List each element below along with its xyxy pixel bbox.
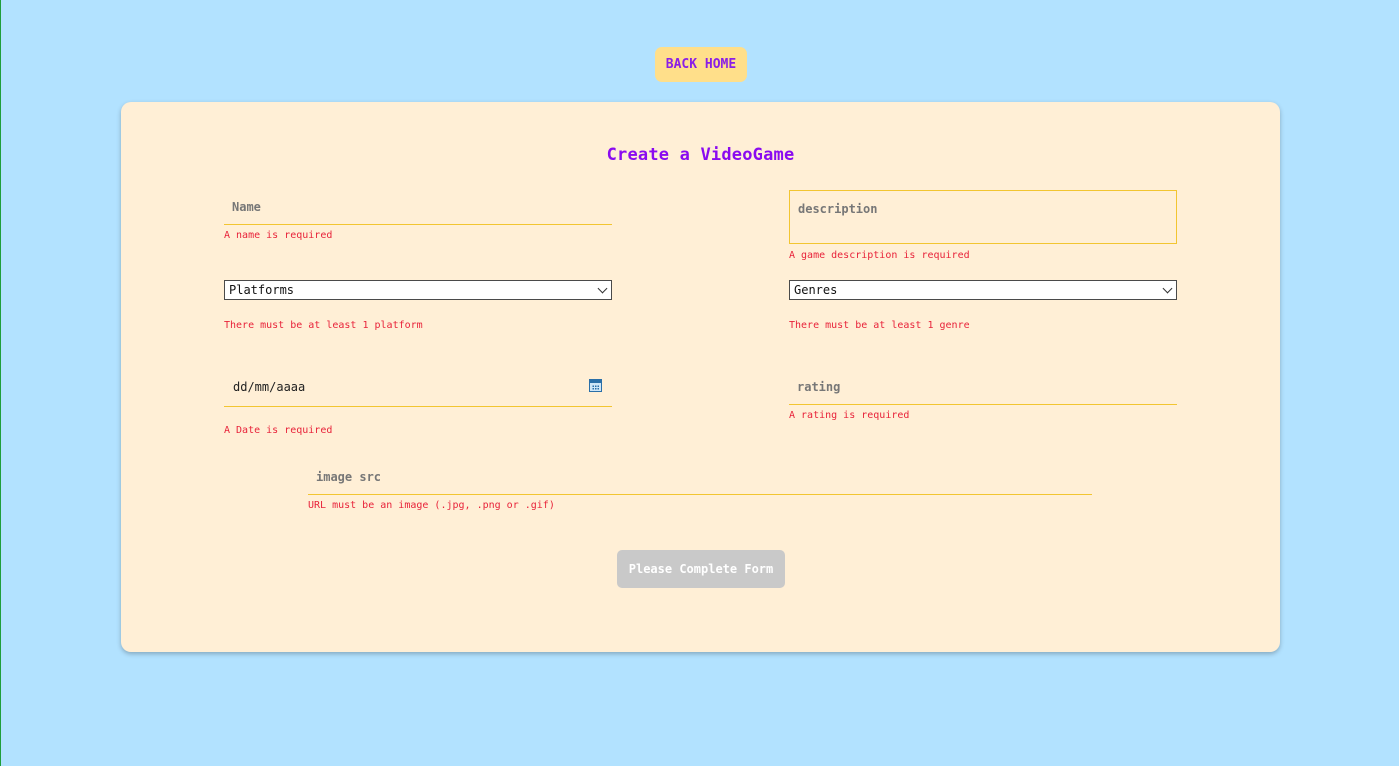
image-src-placeholder: image src — [316, 470, 382, 484]
description-error: A game description is required — [789, 250, 970, 261]
date-error: A Date is required — [224, 425, 333, 436]
rating-placeholder: rating — [797, 380, 841, 394]
page-edge — [0, 0, 1, 766]
platforms-error: There must be at least 1 platform — [224, 320, 423, 331]
description-placeholder: description — [798, 202, 878, 216]
rating-error: A rating is required — [789, 410, 910, 421]
genres-select[interactable]: Genres — [789, 280, 1177, 300]
image-src-error: URL must be an image (.jpg, .png or .gif… — [308, 500, 555, 511]
release-date-input[interactable]: dd/mm/aaaa — [224, 373, 612, 407]
rating-input[interactable]: rating — [789, 372, 1177, 405]
create-game-form: Create a VideoGame Name A name is requir… — [121, 102, 1280, 652]
date-placeholder: dd/mm/aaaa — [233, 380, 306, 394]
name-input[interactable]: Name — [224, 190, 612, 225]
description-textarea[interactable]: description — [789, 190, 1177, 244]
genres-error: There must be at least 1 genre — [789, 320, 970, 331]
genres-selected: Genres — [794, 283, 838, 297]
calendar-icon[interactable] — [589, 379, 602, 392]
submit-button[interactable]: Please Complete Form — [617, 550, 785, 588]
chevron-down-icon — [597, 283, 608, 294]
image-src-input[interactable]: image src — [308, 462, 1092, 495]
name-error: A name is required — [224, 230, 333, 241]
form-title: Create a VideoGame — [606, 145, 795, 165]
name-placeholder: Name — [232, 200, 261, 214]
platforms-selected: Platforms — [229, 283, 295, 297]
back-home-button[interactable]: BACK HOME — [655, 47, 747, 82]
chevron-down-icon — [1162, 283, 1173, 294]
platforms-select[interactable]: Platforms — [224, 280, 612, 300]
